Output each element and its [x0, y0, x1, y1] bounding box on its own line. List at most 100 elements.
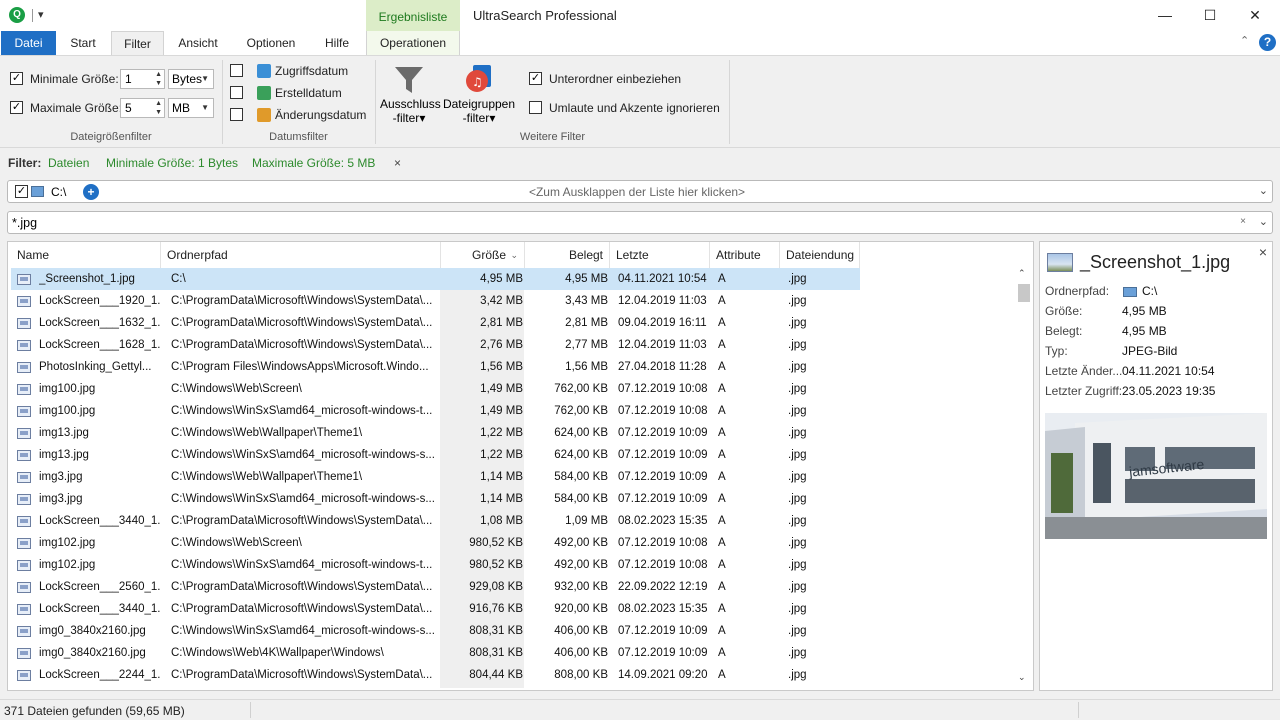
- table-row[interactable]: LockScreen___1920_1... C:\ProgramData\Mic…: [11, 290, 860, 312]
- max-size-checkbox[interactable]: ✓: [10, 101, 23, 114]
- table-row[interactable]: LockScreen___1632_1... C:\ProgramData\Mic…: [11, 312, 860, 334]
- table-row[interactable]: img3.jpg C:\Windows\WinSxS\amd64_microsof…: [11, 488, 860, 510]
- table-row[interactable]: PhotosInking_Gettyl... C:\Program Files\W…: [11, 356, 860, 378]
- cell-modified: 07.12.2019 10:09: [618, 471, 708, 483]
- filter-chip-files[interactable]: Dateien: [48, 156, 89, 170]
- max-size-stepper[interactable]: 5 ▲ ▼: [120, 98, 165, 118]
- status-separator: [250, 702, 251, 718]
- table-row[interactable]: LockScreen___2244_1... C:\ProgramData\Mic…: [11, 664, 860, 686]
- app-logo-icon[interactable]: Q: [9, 7, 25, 23]
- table-row[interactable]: img0_3840x2160.jpg C:\Windows\WinSxS\amd6…: [11, 620, 860, 642]
- vertical-scrollbar[interactable]: ⌃ ⌄: [1014, 268, 1032, 688]
- table-row[interactable]: LockScreen___3440_1... C:\ProgramData\Mic…: [11, 510, 860, 532]
- table-row[interactable]: LockScreen___1628_1... C:\ProgramData\Mic…: [11, 334, 860, 356]
- cell-size: 808,31 KB: [469, 647, 523, 659]
- column-header-extension[interactable]: Dateiendung: [780, 242, 860, 268]
- table-row[interactable]: _Screenshot_1.jpg C:\ 4,95 MB 4,95 MB 04.11.…: [11, 268, 860, 290]
- exclude-filter-button[interactable]: Ausschluss -filter▾: [380, 61, 441, 127]
- subfolders-checkbox[interactable]: ✓: [529, 72, 542, 85]
- filegroup-filter-button[interactable]: ♫ Dateigruppen -filter▾: [441, 61, 517, 127]
- cell-size: 1,49 MB: [480, 383, 523, 395]
- created-date-label[interactable]: Erstelldatum: [275, 86, 342, 100]
- collapse-ribbon-icon[interactable]: ⌃: [1240, 34, 1249, 47]
- detail-type-value: JPEG-Bild: [1122, 344, 1178, 358]
- table-row[interactable]: img100.jpg C:\Windows\WinSxS\amd64_micros…: [11, 400, 860, 422]
- cell-used: 624,00 KB: [554, 427, 608, 439]
- cell-path: C:\Windows\WinSxS\amd64_microsoft-window…: [171, 493, 435, 505]
- clear-filter-icon[interactable]: ×: [394, 156, 401, 170]
- image-file-icon: [17, 450, 31, 461]
- cell-modified: 07.12.2019 10:08: [618, 405, 708, 417]
- table-row[interactable]: img3.jpg C:\Windows\Web\Wallpaper\Theme1\…: [11, 466, 860, 488]
- quick-access-dropdown-icon[interactable]: ▾: [38, 8, 44, 21]
- cell-name: img3.jpg: [39, 493, 83, 505]
- column-header-name[interactable]: Name: [11, 242, 161, 268]
- tab-ansicht[interactable]: Ansicht: [168, 31, 228, 55]
- minimize-button[interactable]: —: [1152, 4, 1178, 26]
- help-icon[interactable]: ?: [1259, 34, 1276, 51]
- table-row[interactable]: img13.jpg C:\Windows\WinSxS\amd64_microso…: [11, 444, 860, 466]
- umlauts-label[interactable]: Umlaute und Akzente ignorieren: [549, 101, 720, 115]
- calendar-created-icon: [257, 86, 271, 100]
- umlauts-checkbox[interactable]: [529, 101, 542, 114]
- location-selector[interactable]: ✓ C:\ + <Zum Ausklappen der Liste hier k…: [7, 180, 1273, 203]
- chevron-down-icon[interactable]: ⌄: [1259, 184, 1268, 197]
- expand-list-hint[interactable]: <Zum Ausklappen der Liste hier klicken>: [8, 185, 1266, 199]
- modified-date-label[interactable]: Änderungsdatum: [275, 108, 366, 122]
- modified-date-checkbox[interactable]: [230, 108, 243, 121]
- cell-used: 932,00 KB: [554, 581, 608, 593]
- column-header-modified[interactable]: Letzte Änderung: [610, 242, 710, 288]
- table-row[interactable]: img102.jpg C:\Windows\Web\Screen\ 980,52 K…: [11, 532, 860, 554]
- column-header-size[interactable]: Größe ⌄: [441, 242, 525, 268]
- chevron-down-icon[interactable]: ⌄: [1259, 215, 1268, 228]
- filter-chip-max-size[interactable]: Maximale Größe: 5 MB: [252, 156, 375, 170]
- filegroup-filter-sublabel: -filter▾: [462, 111, 496, 125]
- cell-name: _Screenshot_1.jpg: [39, 273, 135, 285]
- table-row[interactable]: img100.jpg C:\Windows\Web\Screen\ 1,49 MB 7…: [11, 378, 860, 400]
- tab-start[interactable]: Start: [58, 31, 108, 55]
- stepper-arrows-icon[interactable]: ▲ ▼: [155, 99, 162, 117]
- created-date-checkbox[interactable]: [230, 86, 243, 99]
- tab-operationen[interactable]: Operationen: [366, 31, 460, 55]
- scroll-down-icon[interactable]: ⌄: [1018, 672, 1026, 683]
- search-query[interactable]: *.jpg: [12, 216, 37, 230]
- table-row[interactable]: img102.jpg C:\Windows\WinSxS\amd64_micros…: [11, 554, 860, 576]
- access-date-label[interactable]: Zugriffsdatum: [275, 64, 348, 78]
- image-file-icon: [17, 604, 31, 615]
- stepper-arrows-icon[interactable]: ▲ ▼: [155, 70, 162, 88]
- context-tab-header: Ergebnisliste: [366, 0, 460, 31]
- cell-size: 1,14 MB: [480, 471, 523, 483]
- clear-search-icon[interactable]: ×: [1240, 216, 1246, 227]
- column-header-path[interactable]: Ordnerpfad: [161, 242, 441, 268]
- max-size-unit-select[interactable]: MB ▼: [168, 98, 214, 118]
- table-row[interactable]: LockScreen___2560_1... C:\ProgramData\Mic…: [11, 576, 860, 598]
- access-date-checkbox[interactable]: [230, 64, 243, 77]
- close-button[interactable]: ✕: [1242, 4, 1268, 26]
- tab-optionen[interactable]: Optionen: [236, 31, 306, 55]
- ribbon-tab-bar: Datei Start Filter Ansicht Optionen Hilf…: [0, 31, 1280, 55]
- scrollbar-thumb[interactable]: [1018, 284, 1030, 302]
- tab-filter[interactable]: Filter: [111, 31, 164, 55]
- scroll-up-icon[interactable]: ⌃: [1018, 268, 1026, 279]
- tab-datei[interactable]: Datei: [1, 31, 56, 55]
- table-row[interactable]: LockScreen___3440_1... C:\ProgramData\Mic…: [11, 598, 860, 620]
- min-size-checkbox[interactable]: ✓: [10, 72, 23, 85]
- filter-chip-min-size[interactable]: Minimale Größe: 1 Bytes: [106, 156, 238, 170]
- cell-path: C:\ProgramData\Microsoft\Windows\SystemD…: [171, 603, 433, 615]
- search-input[interactable]: *.jpg × ⌄: [7, 211, 1273, 234]
- funnel-icon: [395, 67, 423, 93]
- tab-hilfe[interactable]: Hilfe: [313, 31, 361, 55]
- cell-extension: .jpg: [788, 581, 807, 593]
- cell-modified: 12.04.2019 11:03: [618, 295, 707, 307]
- subfolders-label[interactable]: Unterordner einbeziehen: [549, 72, 681, 86]
- maximize-button[interactable]: ☐: [1197, 4, 1223, 26]
- min-size-stepper[interactable]: 1 ▲ ▼: [120, 69, 165, 89]
- cell-path: C:\ProgramData\Microsoft\Windows\SystemD…: [171, 317, 433, 329]
- min-size-unit-select[interactable]: Bytes ▼: [168, 69, 214, 89]
- close-details-icon[interactable]: ×: [1259, 244, 1267, 260]
- drive-icon: [1123, 287, 1137, 297]
- column-header-attributes[interactable]: Attribute: [710, 242, 780, 268]
- table-row[interactable]: img13.jpg C:\Windows\Web\Wallpaper\Theme1…: [11, 422, 860, 444]
- column-header-used[interactable]: Belegt: [525, 242, 610, 268]
- table-row[interactable]: img0_3840x2160.jpg C:\Windows\Web\4K\Wall…: [11, 642, 860, 664]
